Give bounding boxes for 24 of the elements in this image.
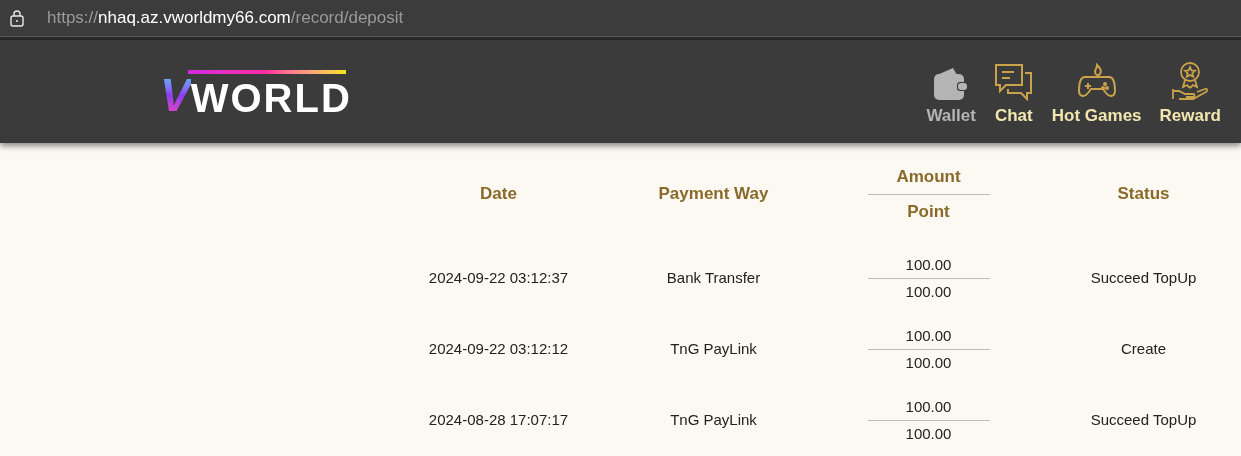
column-header: Status bbox=[1117, 183, 1170, 206]
nav-item[interactable]: Chat bbox=[993, 62, 1034, 127]
table-cell-text: Create bbox=[1121, 339, 1166, 360]
table-cell-text: 2024-09-22 03:12:12 bbox=[428, 339, 569, 360]
column-header: Date bbox=[480, 183, 517, 206]
table-cell: 100.00 100.00 bbox=[867, 324, 990, 375]
table-cell-text: Succeed TopUp bbox=[1090, 268, 1197, 289]
lock-icon[interactable] bbox=[9, 9, 25, 27]
table-cell: 100.00 100.00 bbox=[867, 395, 990, 446]
nav-item[interactable]: Reward bbox=[1159, 60, 1221, 127]
table-cell: 100.00 100.00 bbox=[867, 253, 990, 304]
table-cell-text: 2024-08-28 17:07:17 bbox=[428, 410, 569, 431]
table-cell-text: Succeed TopUp bbox=[1090, 410, 1197, 431]
table-cell-text: TnG PayLink bbox=[670, 410, 757, 431]
column-header: Payment Way bbox=[658, 183, 769, 206]
table-cell-text: TnG PayLink bbox=[670, 339, 757, 360]
table-cell-text: 2024-09-22 03:12:37 bbox=[428, 268, 569, 289]
chat-icon bbox=[993, 62, 1034, 101]
nav-item[interactable]: Hot Games bbox=[1051, 62, 1142, 127]
table-cell-text: Bank Transfer bbox=[666, 268, 761, 289]
nav-item[interactable]: Wallet bbox=[926, 66, 976, 127]
reward-icon bbox=[1170, 60, 1211, 101]
column-header: Amount Point bbox=[867, 164, 990, 224]
logo[interactable]: VWORLD bbox=[160, 57, 352, 118]
